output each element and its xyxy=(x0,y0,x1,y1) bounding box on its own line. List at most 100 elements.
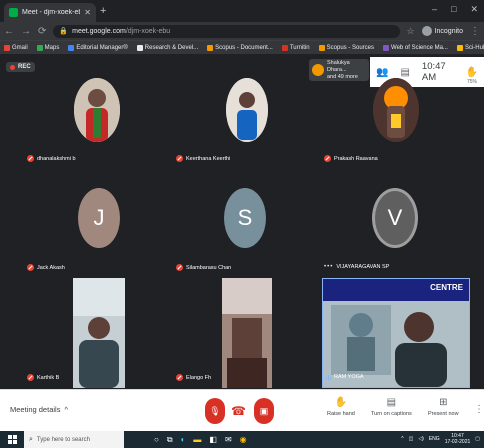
meet-favicon-icon xyxy=(9,8,18,17)
browser-menu-icon[interactable]: ⋮ xyxy=(470,26,480,37)
meet-controls-bar: Meeting details ^ 🎙 ☎ ▣ ✋ Raise hand ▤ T… xyxy=(0,389,484,431)
raise-hand-button[interactable]: ✋ Raise hand xyxy=(327,397,355,417)
forward-arrow-icon[interactable]: → xyxy=(21,26,31,37)
camera-feed-icon xyxy=(323,279,469,387)
people-icon[interactable]: 👥 xyxy=(376,67,388,78)
explorer-icon[interactable]: ▬ xyxy=(193,435,201,444)
bookmark-item[interactable]: Sci-Hub: removing... xyxy=(456,44,484,51)
search-icon: ⌕ xyxy=(29,435,33,443)
mic-off-icon: 🎙 xyxy=(209,405,221,416)
taskbar-search-box[interactable]: ⌕ Type here to search xyxy=(24,431,124,448)
bookmark-label: Gmail xyxy=(12,44,28,51)
window-controls: – □ ✕ xyxy=(432,4,478,15)
windows-start-button[interactable] xyxy=(0,431,24,448)
mic-toggle-button[interactable]: 🎙 xyxy=(205,398,225,424)
recording-badge: REC xyxy=(6,62,35,72)
system-tray: ^ ◫ ◁) ENG 10:47 17-02-2021 ▢ xyxy=(401,433,480,445)
url-host: meet.google.com xyxy=(72,27,126,35)
bookmark-item[interactable]: Scopus - Sources xyxy=(318,44,374,51)
network-icon[interactable]: ◫ xyxy=(409,436,414,442)
bookmark-label: Sci-Hub: removing... xyxy=(464,44,484,51)
mic-off-icon xyxy=(176,155,183,162)
tray-chevron-icon[interactable]: ^ xyxy=(401,436,403,442)
bookmark-item[interactable]: Gmail xyxy=(4,44,28,51)
mail-icon[interactable]: ✉ xyxy=(225,435,232,444)
raise-hand-label: Raise hand xyxy=(327,411,355,417)
avatar: V xyxy=(372,188,418,248)
bookmarks-bar: Gmail Maps Editorial Manager® Research & De… xyxy=(0,40,484,54)
bookmark-item[interactable]: Editorial Manager® xyxy=(68,44,128,51)
chat-icon[interactable]: ▤ xyxy=(400,67,409,78)
url-text: meet.google.com/djm-xoek-ebu xyxy=(72,28,170,35)
store-icon[interactable]: ◧ xyxy=(209,435,217,444)
deity-photo-icon xyxy=(373,78,419,142)
task-view-icon[interactable]: ⧉ xyxy=(167,435,173,445)
chevron-up-icon: ^ xyxy=(64,405,68,414)
back-arrow-icon[interactable]: ← xyxy=(4,26,14,37)
language-indicator[interactable]: ENG xyxy=(429,436,440,442)
bookmark-item[interactable]: Research & Devel... xyxy=(136,44,198,51)
incognito-icon xyxy=(421,26,432,36)
close-window-button[interactable]: ✕ xyxy=(470,4,478,15)
participant-name: VIJAYARAGAVAN SP xyxy=(336,264,390,270)
captions-label: Turn on captions xyxy=(371,411,412,417)
browser-tab[interactable]: Meet - djm-xoek-ebu ✕ xyxy=(4,3,96,22)
meeting-clock: 10:47 AM xyxy=(421,61,446,83)
reload-icon[interactable]: ⟳ xyxy=(38,26,46,37)
video-tile-active-speaker[interactable]: CENTRE xyxy=(322,278,470,388)
url-path: /djm-xoek-ebu xyxy=(125,27,171,35)
bookmark-label: Turnitin xyxy=(289,44,310,51)
more-options-icon[interactable]: ⋮ xyxy=(474,404,484,415)
cortana-icon[interactable]: ○ xyxy=(154,435,159,444)
captions-button[interactable]: ▤ Turn on captions xyxy=(371,397,412,417)
address-bar[interactable]: 🔒 meet.google.com/djm-xoek-ebu xyxy=(53,24,400,38)
avatar-initial: S xyxy=(237,205,253,230)
bookmark-favicon-icon xyxy=(136,44,143,51)
incognito-profile[interactable]: Incognito xyxy=(421,26,463,36)
present-now-button[interactable]: ⊞ Present now xyxy=(428,397,459,417)
meeting-details-button[interactable]: Meeting details ^ xyxy=(10,405,68,414)
camera-feed-icon xyxy=(222,278,272,388)
mic-off-icon xyxy=(27,155,34,162)
video-tile[interactable] xyxy=(222,278,272,388)
avatar xyxy=(74,78,120,142)
windows-logo-icon xyxy=(7,435,17,444)
bookmark-item[interactable]: Scopus - Document... xyxy=(207,44,273,51)
participants-chip[interactable]: Shalukya Dhara... and 49 more xyxy=(309,59,369,81)
background-banner-text: CENTRE xyxy=(430,283,463,292)
incognito-label: Incognito xyxy=(434,27,463,35)
tab-close-icon[interactable]: ✕ xyxy=(84,8,91,17)
participant-name: Karthik B xyxy=(37,374,60,381)
bookmark-item[interactable]: Turnitin xyxy=(281,44,310,51)
hand-icon: ✋ xyxy=(334,397,348,408)
new-tab-button[interactable]: + xyxy=(100,5,106,17)
hand-icon[interactable]: ✋ xyxy=(466,67,478,78)
speaking-indicator-icon xyxy=(326,374,331,380)
camera-off-icon: ▣ xyxy=(259,405,269,416)
bookmark-favicon-icon xyxy=(456,44,463,51)
hang-up-button[interactable]: ☎ xyxy=(231,404,246,418)
video-tile[interactable] xyxy=(73,278,125,388)
participant-name: RAM YOGA xyxy=(334,374,364,380)
taskbar-date: 17-02-2021 xyxy=(444,439,471,445)
bookmark-item[interactable]: Web of Science Ma... xyxy=(383,44,448,51)
child-photo-icon xyxy=(74,78,120,142)
taskbar-clock[interactable]: 10:47 17-02-2021 xyxy=(445,433,471,445)
rec-label: REC xyxy=(18,64,31,70)
bookmark-item[interactable]: Maps xyxy=(36,44,59,51)
minimize-button[interactable]: – xyxy=(432,4,437,15)
camera-toggle-button[interactable]: ▣ xyxy=(254,398,274,424)
mic-off-icon xyxy=(27,264,34,271)
captions-icon: ▤ xyxy=(386,397,397,408)
meet-stage: REC Shalukya Dhara... and 49 more 👥 ▤ 10:… xyxy=(0,54,484,389)
notifications-icon[interactable]: ▢ xyxy=(475,436,480,442)
more-count: and 49 more xyxy=(327,73,358,80)
tab-title: Meet - djm-xoek-ebu xyxy=(22,9,81,16)
chrome-icon[interactable]: ◉ xyxy=(240,435,247,444)
volume-icon[interactable]: ◁) xyxy=(418,436,424,442)
more-dots-icon: ••• xyxy=(324,264,334,270)
bookmark-star-icon[interactable]: ☆ xyxy=(407,26,415,37)
maximize-button[interactable]: □ xyxy=(451,4,456,15)
camera-feed-icon xyxy=(73,278,125,388)
edge-icon[interactable]: ◐ xyxy=(181,435,186,444)
